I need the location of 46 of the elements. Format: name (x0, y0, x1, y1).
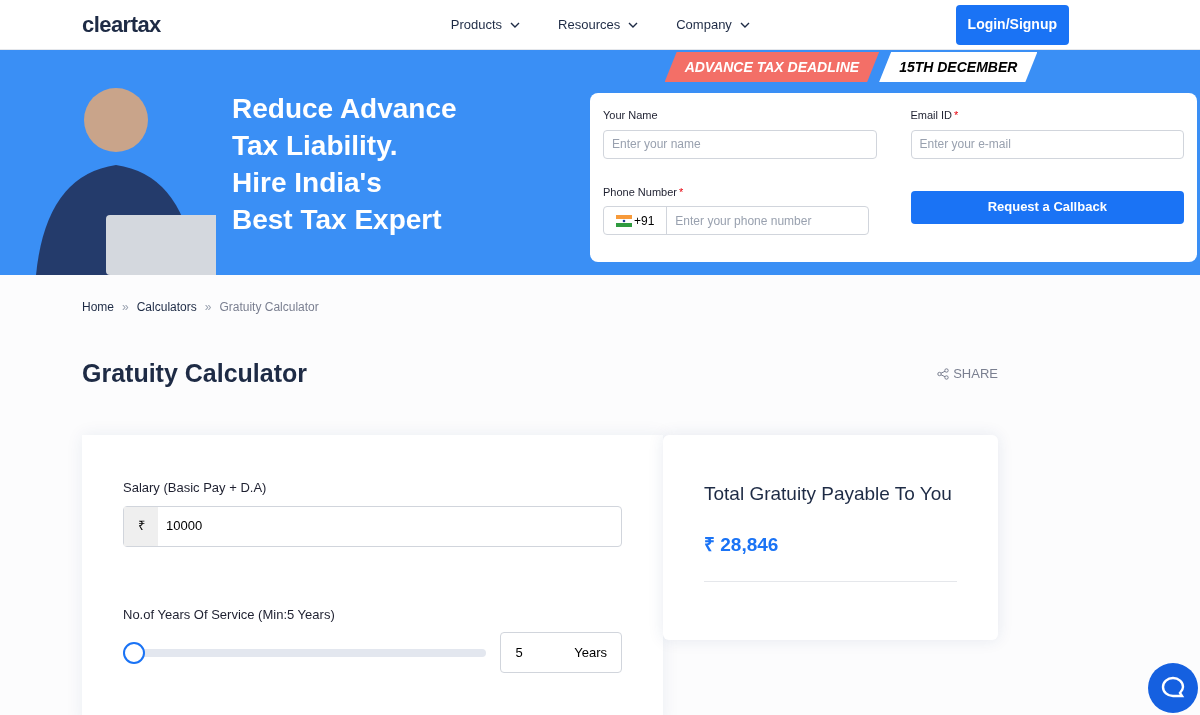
banner-headline: Tax Liability. (232, 129, 399, 163)
chevron-down-icon (628, 21, 639, 28)
phone-input[interactable]: Enter your phone number (667, 207, 868, 234)
required-mark: * (954, 109, 959, 121)
result-label: Total Gratuity Payable To You (704, 482, 953, 506)
rupee-prefix: ₹ (124, 506, 158, 546)
years-field[interactable]: 5 Years (500, 632, 622, 673)
email-input[interactable]: Enter your e-mail (910, 129, 1184, 159)
banner-headline: Hire India's (232, 166, 383, 200)
breadcrumb-link[interactable]: Calculators (136, 298, 197, 316)
name-input[interactable]: Enter your name (603, 129, 877, 159)
field-label: Salary (Basic Pay + D.A) (123, 479, 268, 497)
years-slider[interactable] (123, 641, 487, 664)
flag-icon (616, 214, 632, 227)
field-label: Your Name (603, 109, 658, 121)
share-button[interactable]: SHARE (937, 364, 998, 384)
field-label: Phone Number (603, 185, 677, 198)
nav-menu[interactable]: Company (676, 14, 750, 35)
banner-headline: Reduce Advance (232, 92, 457, 126)
share-icon (937, 368, 950, 380)
callback-button[interactable]: Request a Callback (910, 190, 1184, 224)
gratuity-amount: ₹ 28,846 (704, 530, 957, 582)
login-button[interactable]: Login/Signup (955, 4, 1069, 45)
breadcrumb-link[interactable]: Gratuity Calculator (219, 298, 319, 316)
chevron-down-icon (510, 21, 521, 28)
page-title: Gratuity Calculator (82, 358, 308, 390)
field-label: No.of Years Of Service (Min:5 Years) (123, 605, 336, 624)
years-unit: Years (574, 643, 607, 662)
country-code[interactable]: +91 (634, 211, 655, 230)
chevron-down-icon (739, 21, 750, 28)
deadline-label: ADVANCE TAX DEADLINE (664, 52, 880, 82)
nav-menu[interactable]: Resources (558, 14, 639, 35)
salary-field[interactable]: ₹ 10000 (123, 505, 622, 547)
required-mark: * (679, 185, 684, 198)
nav-menu[interactable]: Products (450, 14, 521, 35)
field-label: Email ID (910, 109, 953, 121)
deadline-date: 15TH DECEMBER (879, 52, 1038, 82)
phone-field[interactable]: +91 Enter your phone number (603, 206, 869, 235)
years-value: 5 (515, 643, 523, 662)
slider-thumb[interactable] (123, 641, 145, 664)
salary-input[interactable]: 10000 (158, 506, 621, 546)
breadcrumb-separator: » (204, 299, 212, 316)
logo[interactable]: cleartax (82, 8, 161, 41)
breadcrumb-separator: » (122, 299, 129, 316)
banner-headline: Best Tax Expert (232, 203, 443, 237)
breadcrumb-link[interactable]: Home (82, 298, 114, 316)
